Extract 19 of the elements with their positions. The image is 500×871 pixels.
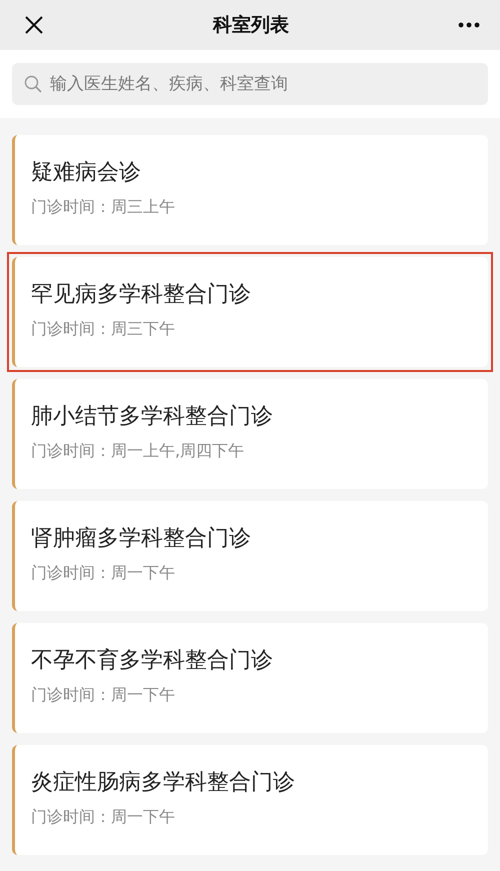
close-icon: [24, 15, 44, 35]
department-name: 炎症性肠病多学科整合门诊: [31, 769, 296, 797]
department-card[interactable]: 罕见病多学科整合门诊 门诊时间：周三下午: [7, 252, 493, 372]
department-name: 疑难病会诊: [31, 159, 142, 187]
page-title: 科室列表: [213, 13, 289, 38]
clinic-hours: 门诊时间：周一下午: [31, 563, 176, 584]
search-field[interactable]: 输入医生姓名、疾病、科室查询: [12, 63, 488, 105]
more-button[interactable]: [456, 20, 482, 30]
clinic-hours: 门诊时间：周三上午: [31, 197, 176, 218]
clinic-hours: 门诊时间：周一上午,周四下午: [31, 441, 246, 462]
search-icon: [24, 75, 42, 93]
department-name: 肾肿瘤多学科整合门诊: [31, 525, 252, 553]
clinic-hours: 门诊时间：周一下午: [31, 685, 176, 706]
clinic-hours: 门诊时间：周三下午: [31, 319, 176, 340]
more-icon: [458, 22, 480, 28]
department-name: 肺小结节多学科整合门诊: [31, 403, 274, 431]
clinic-hours: 门诊时间：周一下午: [31, 807, 176, 828]
department-name: 罕见病多学科整合门诊: [31, 281, 252, 309]
department-name: 不孕不育多学科整合门诊: [31, 647, 274, 675]
